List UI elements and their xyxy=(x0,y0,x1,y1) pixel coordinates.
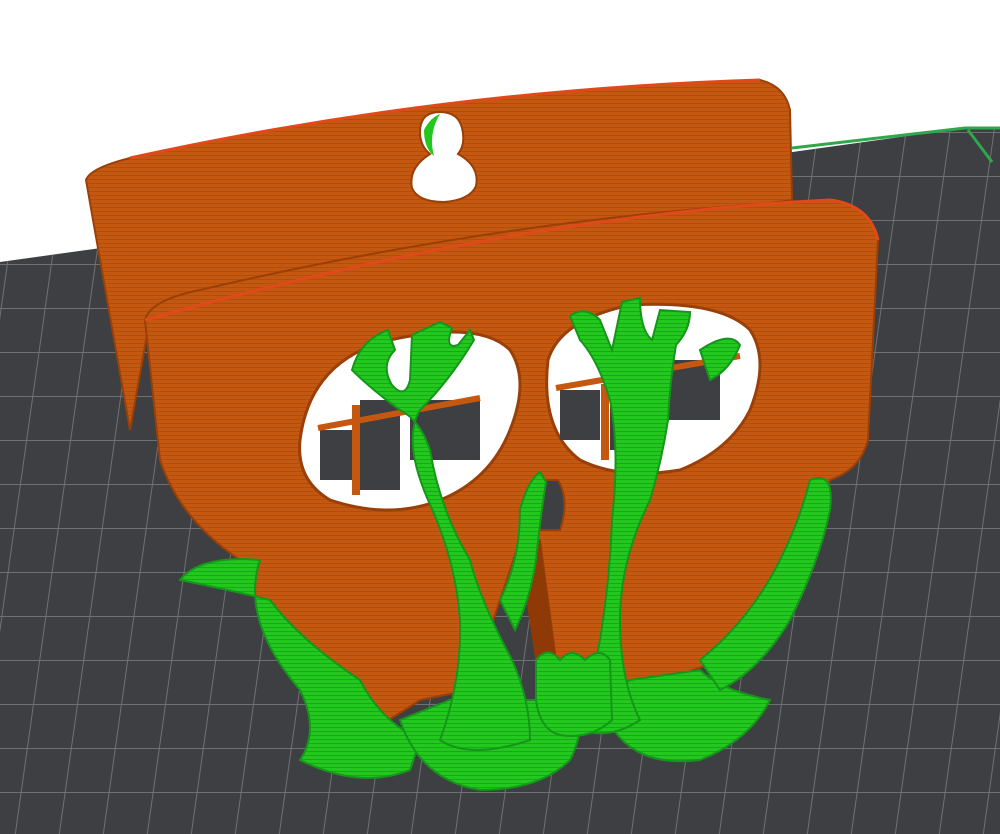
support-stubs-center xyxy=(535,651,614,737)
slicer-3d-preview-viewport[interactable] xyxy=(0,0,1000,834)
preview-canvas[interactable] xyxy=(0,0,1000,834)
